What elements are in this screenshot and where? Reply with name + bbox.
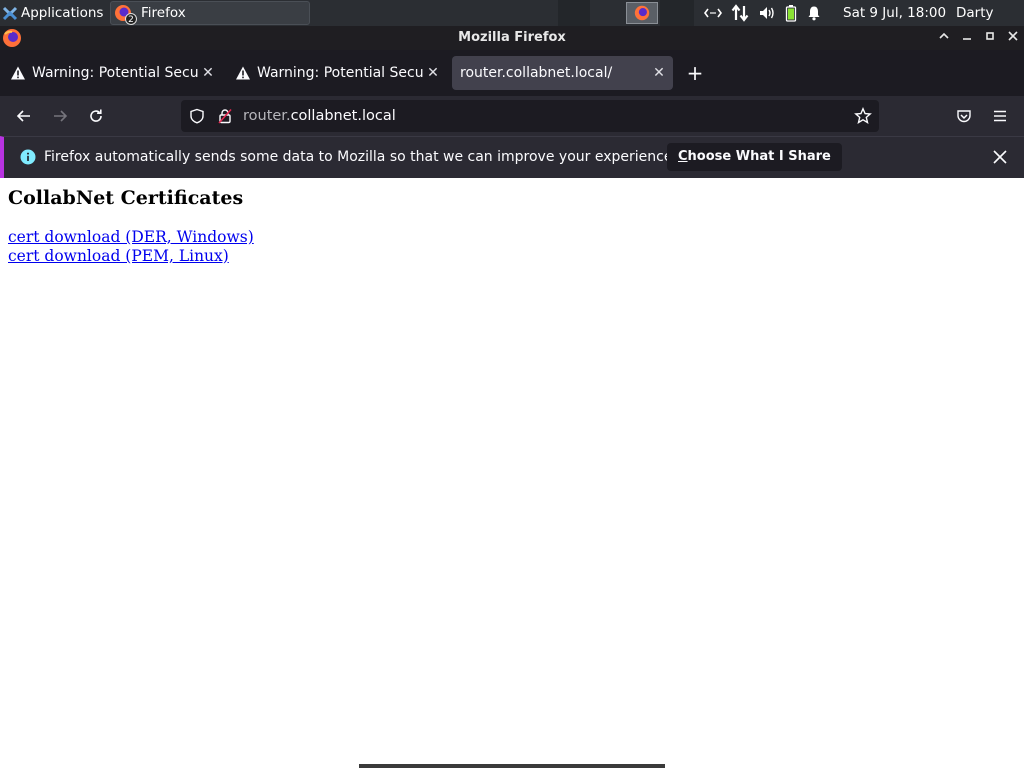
back-arrow-icon bbox=[16, 110, 30, 122]
network-transfer-icon[interactable] bbox=[731, 4, 749, 22]
reload-icon bbox=[90, 109, 102, 122]
url-text[interactable]: router.collabnet.local bbox=[243, 100, 396, 132]
tab-label: router.collabnet.local/ bbox=[460, 65, 613, 81]
tab-warning-2[interactable]: Warning: Potential Securi ✕ bbox=[225, 56, 447, 90]
window-count-badge: 2 bbox=[125, 13, 137, 25]
window-maximize-caret-icon[interactable] bbox=[933, 26, 955, 50]
url-subdomain: router. bbox=[243, 108, 291, 124]
firefox-workspace-icon bbox=[634, 5, 650, 21]
button-accesskey: C bbox=[678, 149, 688, 164]
volume-icon[interactable] bbox=[758, 5, 776, 21]
xfce-logo-icon bbox=[2, 6, 18, 21]
new-tab-button[interactable]: + bbox=[684, 62, 706, 84]
tab-warning-1[interactable]: Warning: Potential Securi ✕ bbox=[0, 56, 222, 90]
tab-strip: Warning: Potential Securi ✕ Warning: Pot… bbox=[0, 50, 1024, 96]
window-close-icon[interactable] bbox=[1002, 26, 1024, 50]
window-restore-icon[interactable] bbox=[979, 26, 1001, 50]
battery-icon[interactable] bbox=[785, 4, 797, 22]
tab-label: Warning: Potential Securi bbox=[257, 65, 423, 81]
applications-menu-label: Applications bbox=[21, 5, 104, 21]
hamburger-menu-icon bbox=[994, 110, 1006, 122]
navigation-toolbar: router.collabnet.local bbox=[0, 96, 1024, 136]
button-label: hoose What I Share bbox=[687, 149, 831, 164]
data-reporting-notification: Firefox automatically sends some data to… bbox=[0, 136, 1024, 178]
notification-message: Firefox automatically sends some data to… bbox=[44, 149, 677, 165]
tab-close-icon[interactable]: ✕ bbox=[423, 65, 443, 81]
window-title: Mozilla Firefox bbox=[458, 30, 566, 45]
address-bar[interactable]: router.collabnet.local bbox=[181, 100, 879, 132]
firefox-taskbar-icon: 2 bbox=[113, 3, 137, 25]
pocket-icon bbox=[957, 110, 971, 123]
insecure-lock-icon[interactable] bbox=[217, 108, 233, 124]
pocket-button[interactable] bbox=[952, 104, 976, 128]
forward-button[interactable] bbox=[48, 104, 72, 128]
back-button[interactable] bbox=[12, 104, 36, 128]
system-top-panel: Applications ⋮ 2 Firefox bbox=[0, 0, 1024, 47]
cert-download-pem-link[interactable]: cert download (PEM, Linux) bbox=[8, 247, 229, 265]
forward-arrow-icon bbox=[54, 110, 68, 122]
window-titlebar[interactable]: Mozilla Firefox bbox=[0, 26, 1024, 50]
page-content: CollabNet Certificates cert download (DE… bbox=[0, 178, 1024, 768]
system-tray bbox=[704, 0, 822, 26]
window-minimize-icon[interactable] bbox=[956, 26, 978, 50]
applications-menu[interactable]: Applications ⋮ bbox=[0, 0, 119, 26]
url-domain: collabnet.local bbox=[290, 108, 396, 124]
panel-clock[interactable]: Sat 9 Jul, 18:00 bbox=[843, 0, 946, 26]
close-icon[interactable] bbox=[992, 149, 1008, 165]
choose-what-i-share-button[interactable]: Choose What I Share bbox=[667, 143, 842, 171]
taskbar-firefox-button[interactable]: 2 Firefox bbox=[110, 1, 310, 25]
info-icon bbox=[20, 149, 36, 165]
warning-icon bbox=[11, 66, 25, 80]
network-idle-icon[interactable] bbox=[704, 6, 722, 20]
tab-router-collabnet-active[interactable]: router.collabnet.local/ ✕ bbox=[452, 56, 673, 90]
bottom-scroll-indicator bbox=[359, 764, 665, 768]
taskbar-item-label: Firefox bbox=[141, 5, 186, 21]
notification-bell-icon[interactable] bbox=[806, 5, 822, 21]
tab-close-icon[interactable]: ✕ bbox=[649, 65, 669, 81]
cert-download-der-link[interactable]: cert download (DER, Windows) bbox=[8, 228, 254, 246]
bookmark-star-icon[interactable] bbox=[854, 107, 872, 125]
app-menu-button[interactable] bbox=[988, 104, 1012, 128]
tab-label: Warning: Potential Securi bbox=[32, 65, 198, 81]
page-title: CollabNet Certificates bbox=[8, 187, 244, 209]
workspace-active-firefox[interactable] bbox=[626, 2, 658, 24]
workspace-1[interactable] bbox=[558, 0, 590, 26]
warning-icon bbox=[236, 66, 250, 80]
reload-button[interactable] bbox=[84, 104, 108, 128]
tracking-protection-shield-icon[interactable] bbox=[189, 108, 205, 124]
workspace-3[interactable] bbox=[660, 0, 694, 26]
tab-close-icon[interactable]: ✕ bbox=[198, 65, 218, 81]
